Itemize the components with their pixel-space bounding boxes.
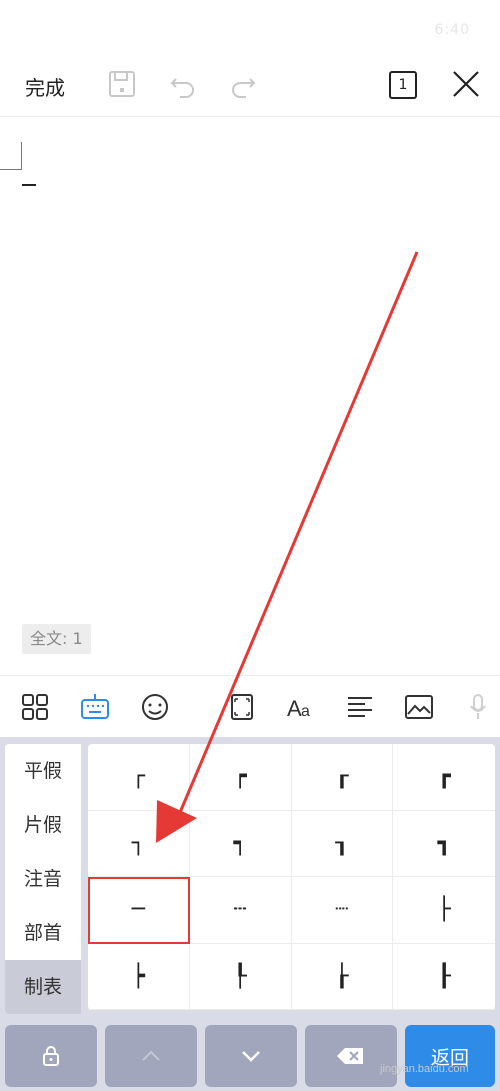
svg-text:a: a	[301, 703, 310, 720]
symbol-key[interactable]: ┄	[189, 877, 292, 944]
lock-icon	[43, 1046, 59, 1066]
emoji-icon[interactable]	[140, 692, 170, 722]
page-count-button[interactable]: 1	[389, 71, 417, 99]
paragraph-align-icon[interactable]	[345, 692, 375, 722]
symbol-key[interactable]: ┍	[189, 744, 292, 811]
format-toolbar: A a	[0, 675, 500, 737]
symbol-key[interactable]: ┝	[88, 943, 190, 1010]
symbol-key-horizontal-line[interactable]: ─	[88, 877, 190, 944]
page-frame-icon[interactable]	[227, 692, 257, 722]
top-toolbar: 完成 1	[0, 55, 500, 117]
symbol-key[interactable]: ┓	[393, 811, 495, 877]
undo-icon[interactable]	[168, 69, 198, 99]
page-down-button[interactable]	[205, 1025, 297, 1087]
symbol-key[interactable]: ┏	[393, 744, 495, 811]
chevron-up-icon	[142, 1050, 160, 1061]
return-button[interactable]: 返回	[405, 1025, 495, 1087]
category-hiragana[interactable]: 平假	[5, 744, 81, 798]
keyboard-action-row: 返回	[0, 1023, 500, 1087]
font-style-icon[interactable]: A a	[286, 692, 316, 722]
symbol-key[interactable]: ┎	[291, 744, 394, 811]
status-bar: 6:40	[0, 0, 500, 60]
symbol-key[interactable]: ┑	[189, 810, 292, 877]
chevron-down-icon	[242, 1051, 260, 1062]
symbol-key[interactable]: ├	[393, 877, 495, 944]
delete-button[interactable]	[305, 1025, 397, 1087]
watermark: jingyan.baidu.com	[380, 1063, 469, 1075]
symbol-key[interactable]: ┞	[189, 943, 292, 1010]
category-katakana[interactable]: 片假	[5, 798, 81, 852]
redo-icon[interactable]	[228, 69, 258, 99]
backspace-icon	[337, 1048, 363, 1064]
page-up-button[interactable]	[105, 1025, 197, 1087]
word-count-badge: 全文: 1	[22, 624, 91, 654]
symbol-grid: ┌ ┍ ┎ ┏ ┐ ┑ ┒ ┓ ─ ┄ ┈ ├ ┝ ┞ ┟ ┠	[88, 744, 495, 1010]
done-button[interactable]: 完成	[25, 72, 65, 101]
symbol-key[interactable]: ┐	[88, 810, 190, 877]
insert-image-icon[interactable]	[404, 692, 434, 722]
page-corner-mark	[0, 142, 22, 170]
category-zhuyin[interactable]: 注音	[5, 852, 81, 906]
svg-text:A: A	[287, 696, 302, 721]
symbol-key[interactable]: ┠	[393, 944, 495, 1010]
symbol-key[interactable]: ┒	[291, 810, 394, 877]
save-icon[interactable]	[107, 69, 137, 99]
keyboard-icon[interactable]	[80, 692, 110, 722]
lock-button[interactable]	[5, 1025, 97, 1087]
status-time: 6:40	[434, 22, 470, 38]
symbol-keyboard: 平假 片假 注音 部首 制表 ┌ ┍ ┎ ┏ ┐ ┑ ┒ ┓ ─ ┄ ┈ ├ ┝…	[0, 737, 500, 1091]
category-box-drawing[interactable]: 制表	[5, 960, 81, 1014]
category-radicals[interactable]: 部首	[5, 906, 81, 960]
apps-grid-icon[interactable]	[20, 692, 50, 722]
symbol-key[interactable]: ┟	[291, 943, 394, 1010]
symbol-category-list: 平假 片假 注音 部首 制表	[5, 744, 81, 1014]
inserted-line-character	[22, 184, 36, 186]
symbol-key[interactable]: ┈	[291, 877, 394, 944]
document-editor[interactable]: 全文: 1	[0, 118, 500, 675]
symbol-key[interactable]: ┌	[88, 744, 190, 811]
microphone-icon[interactable]	[463, 692, 493, 722]
close-icon[interactable]	[451, 69, 481, 99]
